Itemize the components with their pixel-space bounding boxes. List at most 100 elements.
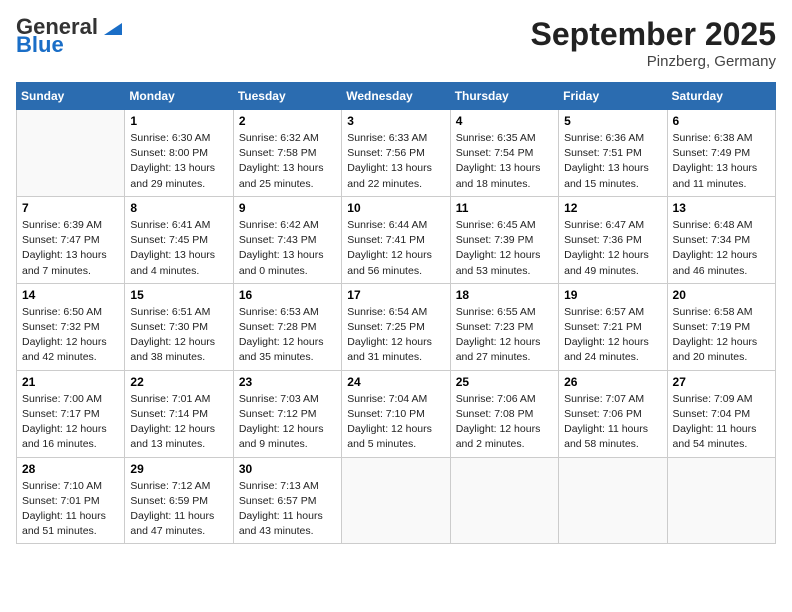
day-detail: Sunrise: 6:36 AMSunset: 7:51 PMDaylight:… [564, 131, 661, 192]
day-detail: Sunrise: 7:00 AMSunset: 7:17 PMDaylight:… [22, 392, 119, 453]
calendar-day-cell: 4 Sunrise: 6:35 AMSunset: 7:54 PMDaylight… [450, 110, 558, 197]
calendar-day-cell: 26 Sunrise: 7:07 AMSunset: 7:06 PMDayligh… [559, 370, 667, 457]
day-detail: Sunrise: 7:07 AMSunset: 7:06 PMDaylight:… [564, 392, 661, 453]
calendar-day-cell: 25Sunrise: 7:06 AMSunset: 7:08 PMDayligh… [450, 370, 558, 457]
day-detail: Sunrise: 6:48 AMSunset: 7:34 PMDaylight:… [673, 218, 770, 279]
weekday-header-friday: Friday [559, 83, 667, 110]
calendar-week-row: 28 Sunrise: 7:10 AMSunset: 7:01 PMDayligh… [17, 457, 776, 544]
calendar-day-cell: 12 Sunrise: 6:47 AMSunset: 7:36 PMDayligh… [559, 196, 667, 283]
day-number: 30 [239, 462, 336, 476]
day-number: 14 [22, 288, 119, 302]
calendar-day-cell: 19 Sunrise: 6:57 AMSunset: 7:21 PMDayligh… [559, 283, 667, 370]
day-number: 29 [130, 462, 227, 476]
calendar-day-cell: 27Sunrise: 7:09 AMSunset: 7:04 PMDayligh… [667, 370, 775, 457]
calendar-day-cell: 18 Sunrise: 6:55 AMSunset: 7:23 PMDayligh… [450, 283, 558, 370]
weekday-header-thursday: Thursday [450, 83, 558, 110]
day-detail: Sunrise: 6:41 AMSunset: 7:45 PMDaylight:… [130, 218, 227, 279]
calendar-day-cell: 13 Sunrise: 6:48 AMSunset: 7:34 PMDayligh… [667, 196, 775, 283]
day-detail: Sunrise: 6:58 AMSunset: 7:19 PMDaylight:… [673, 305, 770, 366]
day-detail: Sunrise: 6:55 AMSunset: 7:23 PMDaylight:… [456, 305, 553, 366]
day-detail: Sunrise: 6:47 AMSunset: 7:36 PMDaylight:… [564, 218, 661, 279]
calendar-day-cell [450, 457, 558, 544]
day-number: 24 [347, 375, 444, 389]
calendar-day-cell: 9 Sunrise: 6:42 AMSunset: 7:43 PMDaylight… [233, 196, 341, 283]
day-number: 1 [130, 114, 227, 128]
day-number: 26 [564, 375, 661, 389]
calendar-day-cell: 6 Sunrise: 6:38 AMSunset: 7:49 PMDaylight… [667, 110, 775, 197]
day-number: 9 [239, 201, 336, 215]
weekday-header-tuesday: Tuesday [233, 83, 341, 110]
day-number: 11 [456, 201, 553, 215]
calendar-day-cell: 28 Sunrise: 7:10 AMSunset: 7:01 PMDayligh… [17, 457, 125, 544]
calendar-day-cell: 15 Sunrise: 6:51 AMSunset: 7:30 PMDayligh… [125, 283, 233, 370]
day-number: 8 [130, 201, 227, 215]
calendar-day-cell: 2Sunrise: 6:32 AMSunset: 7:58 PMDaylight… [233, 110, 341, 197]
calendar-week-row: 14 Sunrise: 6:50 AMSunset: 7:32 PMDayligh… [17, 283, 776, 370]
day-number: 20 [673, 288, 770, 302]
calendar-day-cell: 20 Sunrise: 6:58 AMSunset: 7:19 PMDayligh… [667, 283, 775, 370]
day-detail: Sunrise: 7:03 AMSunset: 7:12 PMDaylight:… [239, 392, 336, 453]
day-detail: Sunrise: 6:38 AMSunset: 7:49 PMDaylight:… [673, 131, 770, 192]
day-detail: Sunrise: 7:10 AMSunset: 7:01 PMDaylight:… [22, 479, 119, 540]
day-number: 18 [456, 288, 553, 302]
day-number: 22 [130, 375, 227, 389]
weekday-header-monday: Monday [125, 83, 233, 110]
day-detail: Sunrise: 7:06 AMSunset: 7:08 PMDaylight:… [456, 392, 553, 453]
page-header: General Blue September 2025 Pinzberg, Ge… [16, 16, 776, 70]
day-detail: Sunrise: 6:50 AMSunset: 7:32 PMDaylight:… [22, 305, 119, 366]
day-detail: Sunrise: 7:13 AMSunset: 6:57 PMDaylight:… [239, 479, 336, 540]
day-detail: Sunrise: 6:54 AMSunset: 7:25 PMDaylight:… [347, 305, 444, 366]
month-title: September 2025 [531, 16, 776, 53]
logo-blue-text: Blue [16, 34, 64, 56]
day-number: 6 [673, 114, 770, 128]
day-number: 17 [347, 288, 444, 302]
logo-icon [100, 17, 122, 35]
location-text: Pinzberg, Germany [531, 53, 776, 70]
day-number: 23 [239, 375, 336, 389]
calendar-day-cell: 5 Sunrise: 6:36 AMSunset: 7:51 PMDaylight… [559, 110, 667, 197]
calendar-day-cell [559, 457, 667, 544]
calendar-day-cell: 17 Sunrise: 6:54 AMSunset: 7:25 PMDayligh… [342, 283, 450, 370]
calendar-body: 1 Sunrise: 6:30 AMSunset: 8:00 PMDaylight… [17, 110, 776, 544]
calendar-day-cell: 24 Sunrise: 7:04 AMSunset: 7:10 PMDayligh… [342, 370, 450, 457]
calendar-table: SundayMondayTuesdayWednesdayThursdayFrid… [16, 82, 776, 544]
day-number: 4 [456, 114, 553, 128]
calendar-day-cell: 11Sunrise: 6:45 AMSunset: 7:39 PMDayligh… [450, 196, 558, 283]
day-detail: Sunrise: 6:33 AMSunset: 7:56 PMDaylight:… [347, 131, 444, 192]
weekday-header-sunday: Sunday [17, 83, 125, 110]
day-detail: Sunrise: 7:12 AMSunset: 6:59 PMDaylight:… [130, 479, 227, 540]
calendar-header: SundayMondayTuesdayWednesdayThursdayFrid… [17, 83, 776, 110]
day-detail: Sunrise: 6:35 AMSunset: 7:54 PMDaylight:… [456, 131, 553, 192]
day-detail: Sunrise: 6:32 AMSunset: 7:58 PMDaylight:… [239, 131, 336, 192]
day-number: 15 [130, 288, 227, 302]
day-detail: Sunrise: 6:42 AMSunset: 7:43 PMDaylight:… [239, 218, 336, 279]
day-detail: Sunrise: 6:39 AMSunset: 7:47 PMDaylight:… [22, 218, 119, 279]
day-number: 19 [564, 288, 661, 302]
calendar-week-row: 21Sunrise: 7:00 AMSunset: 7:17 PMDayligh… [17, 370, 776, 457]
day-number: 7 [22, 201, 119, 215]
day-number: 28 [22, 462, 119, 476]
day-number: 12 [564, 201, 661, 215]
calendar-day-cell: 21Sunrise: 7:00 AMSunset: 7:17 PMDayligh… [17, 370, 125, 457]
calendar-day-cell: 10Sunrise: 6:44 AMSunset: 7:41 PMDayligh… [342, 196, 450, 283]
day-detail: Sunrise: 7:09 AMSunset: 7:04 PMDaylight:… [673, 392, 770, 453]
calendar-day-cell: 14 Sunrise: 6:50 AMSunset: 7:32 PMDayligh… [17, 283, 125, 370]
day-number: 3 [347, 114, 444, 128]
weekday-header-wednesday: Wednesday [342, 83, 450, 110]
day-detail: Sunrise: 6:51 AMSunset: 7:30 PMDaylight:… [130, 305, 227, 366]
day-detail: Sunrise: 7:04 AMSunset: 7:10 PMDaylight:… [347, 392, 444, 453]
calendar-day-cell: 7 Sunrise: 6:39 AMSunset: 7:47 PMDaylight… [17, 196, 125, 283]
day-detail: Sunrise: 6:57 AMSunset: 7:21 PMDaylight:… [564, 305, 661, 366]
calendar-week-row: 7 Sunrise: 6:39 AMSunset: 7:47 PMDaylight… [17, 196, 776, 283]
day-detail: Sunrise: 6:30 AMSunset: 8:00 PMDaylight:… [130, 131, 227, 192]
calendar-day-cell: 23 Sunrise: 7:03 AMSunset: 7:12 PMDayligh… [233, 370, 341, 457]
calendar-day-cell: 16Sunrise: 6:53 AMSunset: 7:28 PMDayligh… [233, 283, 341, 370]
title-block: September 2025 Pinzberg, Germany [531, 16, 776, 70]
logo: General Blue [16, 16, 122, 56]
day-number: 5 [564, 114, 661, 128]
day-number: 13 [673, 201, 770, 215]
calendar-day-cell: 22Sunrise: 7:01 AMSunset: 7:14 PMDayligh… [125, 370, 233, 457]
calendar-day-cell: 30 Sunrise: 7:13 AMSunset: 6:57 PMDayligh… [233, 457, 341, 544]
calendar-day-cell: 29 Sunrise: 7:12 AMSunset: 6:59 PMDayligh… [125, 457, 233, 544]
calendar-day-cell: 1 Sunrise: 6:30 AMSunset: 8:00 PMDaylight… [125, 110, 233, 197]
